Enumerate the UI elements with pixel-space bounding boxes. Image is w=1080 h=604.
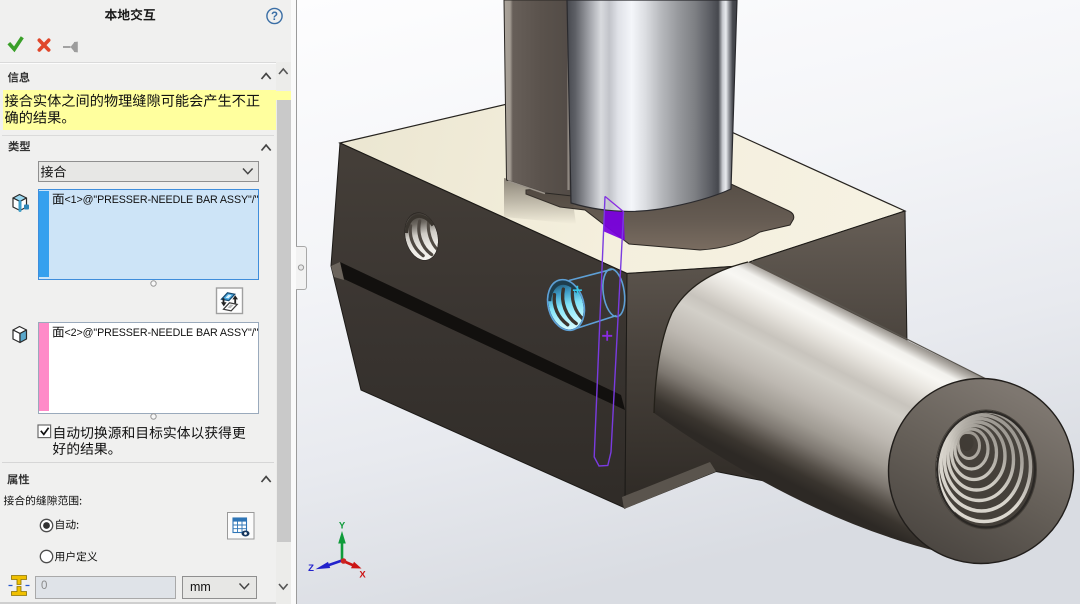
svg-text:X: X <box>359 570 366 581</box>
svg-text:Y: Y <box>339 521 346 532</box>
svg-text:?: ? <box>271 11 278 23</box>
